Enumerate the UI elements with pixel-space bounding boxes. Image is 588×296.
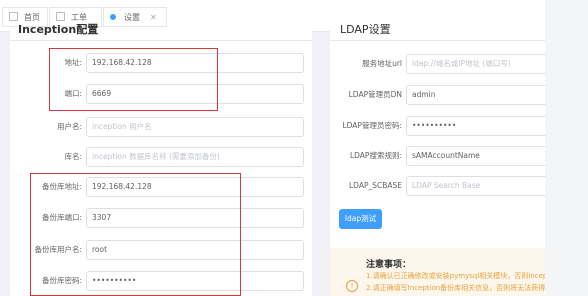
warning-icon: ! <box>346 280 358 292</box>
notice-title: 注意事项： <box>366 260 412 270</box>
ldap-test-button[interactable]: ldap测试 <box>339 209 382 229</box>
ldap-dn-input[interactable]: admin <box>406 85 556 105</box>
ldap-search-label: LDAP搜索规则: <box>349 151 402 160</box>
ldap-pwd-input[interactable]: •••••••••• <box>406 116 556 136</box>
ldap-search-input[interactable]: sAMAccountName <box>406 146 556 166</box>
lib-input[interactable]: inception 数据库名称 (需要添加备份) <box>86 147 304 167</box>
highlight-box-bottom <box>30 173 241 296</box>
ldap-pwd-label: LDAP管理员密码: <box>342 121 402 130</box>
notice-line-2: 2.请正确填写Inception备份库相关信息，否则将无法获得回 <box>366 284 553 292</box>
divider <box>330 40 545 41</box>
divider <box>10 40 312 41</box>
home-icon <box>9 12 18 21</box>
tab-label: 首页 <box>24 13 40 22</box>
ldap-base-label: LDAP_SCBASE <box>349 181 402 190</box>
ldap-title: LDAP设置 <box>340 23 391 36</box>
ldap-dn-label: LDAP管理员DN <box>348 90 402 99</box>
scroll-gutter <box>545 0 588 296</box>
tab-label: 设置 <box>124 13 140 22</box>
doc-icon <box>56 12 65 21</box>
ldap-base-input[interactable]: LDAP Search Base <box>406 176 556 196</box>
user-input[interactable]: inception 用户名 <box>86 117 304 137</box>
notice-line-1: 1.请确认已正确修改或安装pymysql相关模块，否则Inception <box>366 272 561 280</box>
lib-label: 库名: <box>64 152 82 161</box>
tab-settings[interactable]: 设置 ✕ <box>103 7 167 27</box>
tab-label: 工单 <box>71 13 87 22</box>
highlight-box-top <box>49 48 218 111</box>
user-label: 用户名: <box>56 122 82 131</box>
ldap-url-label: 服务地址url <box>362 59 402 68</box>
inception-title: Inception配置 <box>18 23 99 36</box>
dot-icon <box>110 14 116 20</box>
ldap-url-input[interactable]: ldap://域名或IP地址 (端口号) <box>406 54 556 74</box>
close-icon[interactable]: ✕ <box>150 13 157 22</box>
